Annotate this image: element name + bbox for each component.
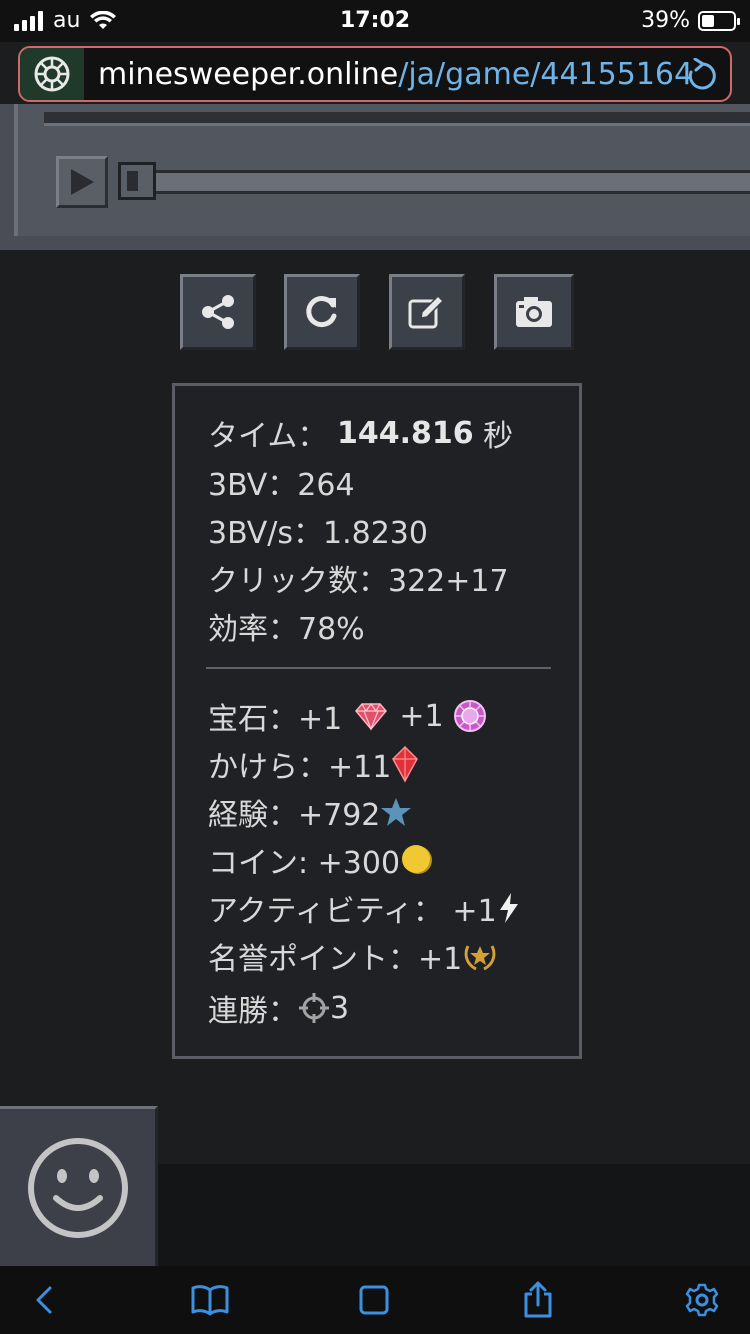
url-text[interactable]: minesweeper.online/ja/game/44155164 bbox=[98, 57, 693, 92]
screen: au 17:02 39% minesweeper.online/ja/game/… bbox=[0, 0, 750, 1334]
clock: 17:02 bbox=[339, 8, 411, 33]
smiley-icon bbox=[27, 1137, 128, 1238]
gems-label: 宝石：+1 bbox=[208, 702, 343, 737]
share-button[interactable] bbox=[180, 274, 256, 350]
settings-button[interactable] bbox=[682, 1280, 722, 1320]
battery-level bbox=[702, 14, 714, 27]
replay-slider-handle[interactable] bbox=[118, 162, 156, 200]
time-row: タイム： 144.816 秒 bbox=[208, 411, 513, 455]
activity-value: アクティビティ： +1 bbox=[208, 894, 497, 929]
edit-icon bbox=[408, 294, 445, 329]
share-icon bbox=[202, 295, 234, 329]
coins-row: コイン: +300 bbox=[208, 838, 434, 882]
gem-red-icon bbox=[354, 702, 387, 731]
gear-icon bbox=[685, 1283, 719, 1317]
screenshot-button[interactable] bbox=[494, 274, 574, 350]
activity-row: アクティビティ： +1 bbox=[208, 886, 521, 930]
coins-value: コイン: +300 bbox=[208, 846, 401, 881]
back-button[interactable] bbox=[24, 1280, 64, 1320]
experience-value: 経験：+792 bbox=[208, 798, 381, 833]
share-sheet-button[interactable] bbox=[518, 1280, 558, 1320]
shards-value: かけら：+11 bbox=[208, 750, 392, 785]
reload-icon[interactable] bbox=[686, 58, 718, 92]
time-value: 144.816 bbox=[336, 415, 474, 451]
browser-toolbar bbox=[0, 1266, 750, 1334]
time-unit: 秒 bbox=[483, 419, 514, 454]
divider bbox=[206, 667, 551, 669]
replay-button[interactable] bbox=[284, 274, 360, 350]
shard-icon bbox=[392, 745, 419, 783]
address-bar[interactable]: minesweeper.online/ja/game/44155164 bbox=[18, 46, 732, 102]
bookmarks-button[interactable] bbox=[190, 1280, 230, 1320]
share-upload-icon bbox=[524, 1281, 552, 1318]
streak-value: 3 bbox=[330, 990, 350, 1026]
board-edge bbox=[44, 112, 750, 126]
shards-row: かけら：+11 bbox=[208, 742, 419, 786]
gem-purple-icon bbox=[454, 700, 487, 732]
edit-button[interactable] bbox=[389, 274, 465, 350]
time-label: タイム： bbox=[208, 419, 328, 454]
gems-purple-value: +1 bbox=[399, 698, 444, 734]
book-icon bbox=[191, 1285, 229, 1316]
gems-row: 宝石：+1 +1 bbox=[208, 694, 487, 738]
streak-label: 連勝： bbox=[208, 994, 298, 1029]
status-bar: au 17:02 39% bbox=[0, 0, 750, 42]
status-right: 39% bbox=[641, 8, 740, 33]
bolt-icon bbox=[499, 893, 518, 923]
site-favicon-icon bbox=[20, 48, 84, 100]
battery-percent: 39% bbox=[641, 8, 690, 33]
tabs-button[interactable] bbox=[354, 1280, 394, 1320]
replay-icon bbox=[306, 296, 337, 328]
play-button[interactable] bbox=[56, 156, 108, 208]
laurel-star-icon bbox=[464, 945, 496, 971]
new-game-button[interactable] bbox=[0, 1106, 158, 1266]
streak-row: 連勝： 3 bbox=[208, 986, 349, 1030]
experience-row: 経験：+792 bbox=[208, 790, 412, 834]
play-icon bbox=[71, 169, 94, 195]
game-result-panel: タイム： 144.816 秒 3BV：264 3BV/s：1.8230 クリック… bbox=[172, 383, 582, 1059]
bvs-row: 3BV/s：1.8230 bbox=[208, 516, 428, 551]
crosshair-icon bbox=[299, 993, 329, 1023]
camera-icon bbox=[516, 297, 552, 327]
honor-value: 名誉ポイント：+1 bbox=[208, 942, 463, 977]
url-path: /ja/game/44155164 bbox=[398, 57, 694, 92]
battery-icon bbox=[698, 10, 740, 31]
lower-panel bbox=[158, 1164, 750, 1266]
efficiency-row: 効率：78% bbox=[208, 612, 365, 647]
star-icon bbox=[381, 798, 412, 826]
tabs-icon bbox=[359, 1285, 389, 1315]
bv-row: 3BV：264 bbox=[208, 468, 355, 503]
clicks-row: クリック数：322+17 bbox=[208, 564, 509, 599]
chevron-left-icon bbox=[36, 1286, 52, 1314]
replay-slider-track[interactable] bbox=[156, 170, 750, 194]
honor-row: 名誉ポイント：+1 bbox=[208, 934, 498, 978]
url-host: minesweeper.online bbox=[98, 57, 399, 92]
coin-icon bbox=[402, 845, 433, 874]
